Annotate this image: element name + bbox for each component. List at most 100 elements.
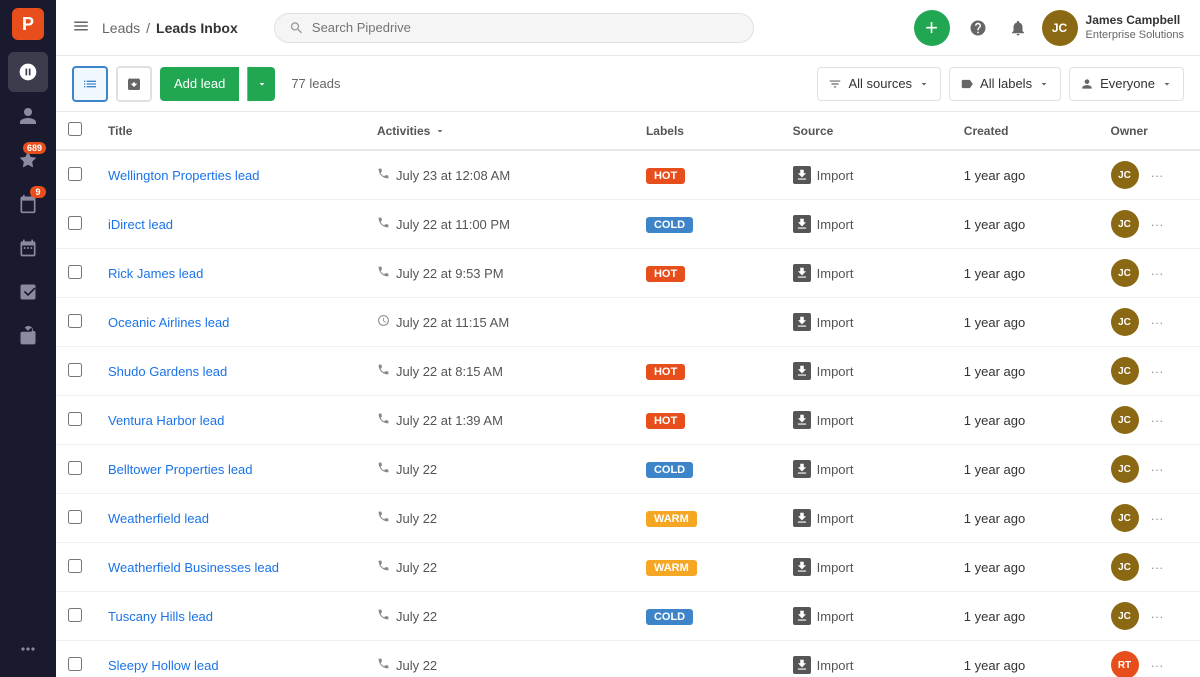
row-title[interactable]: Shudo Gardens lead (96, 347, 365, 396)
row-checkbox[interactable] (68, 167, 82, 181)
row-checkbox[interactable] (68, 657, 82, 671)
add-button[interactable]: + (914, 10, 950, 46)
row-title[interactable]: Weatherfield lead (96, 494, 365, 543)
row-owner: JC ··· (1099, 347, 1200, 396)
row-checkbox[interactable] (68, 510, 82, 524)
row-title[interactable]: Wellington Properties lead (96, 150, 365, 200)
row-checkbox-cell[interactable] (56, 200, 96, 249)
row-checkbox-cell[interactable] (56, 150, 96, 200)
row-more-button[interactable]: ··· (1145, 362, 1170, 381)
source-text: Import (817, 315, 854, 330)
row-more-button[interactable]: ··· (1145, 607, 1170, 626)
source-header: Source (781, 112, 952, 150)
list-view-button[interactable] (72, 66, 108, 102)
table-row[interactable]: Shudo Gardens lead July 22 at 8:15 AM HO… (56, 347, 1200, 396)
select-all-header[interactable] (56, 112, 96, 150)
row-more-button[interactable]: ··· (1145, 509, 1170, 528)
title-header[interactable]: Title (96, 112, 365, 150)
row-checkbox-cell[interactable] (56, 347, 96, 396)
row-checkbox-cell[interactable] (56, 298, 96, 347)
activity-icon (377, 216, 390, 232)
labels-filter-button[interactable]: All labels (949, 67, 1061, 101)
row-title[interactable]: Weatherfield Businesses lead (96, 543, 365, 592)
row-label: COLD (634, 200, 781, 249)
activities-header[interactable]: Activities (365, 112, 634, 150)
source-text: Import (817, 413, 854, 428)
row-checkbox-cell[interactable] (56, 592, 96, 641)
row-more-button[interactable]: ··· (1145, 264, 1170, 283)
add-lead-button[interactable]: Add lead (160, 67, 239, 101)
row-title[interactable]: Ventura Harbor lead (96, 396, 365, 445)
row-more-button[interactable]: ··· (1145, 656, 1170, 675)
row-checkbox-cell[interactable] (56, 249, 96, 298)
notifications-icon[interactable] (1002, 12, 1034, 44)
sidebar-item-insights[interactable] (8, 272, 48, 312)
table-row[interactable]: Ventura Harbor lead July 22 at 1:39 AM H… (56, 396, 1200, 445)
table-row[interactable]: Rick James lead July 22 at 9:53 PM HOT I… (56, 249, 1200, 298)
row-checkbox[interactable] (68, 216, 82, 230)
sidebar-item-activities[interactable] (8, 228, 48, 268)
table-row[interactable]: Belltower Properties lead July 22 COLD I… (56, 445, 1200, 494)
table-row[interactable]: Sleepy Hollow lead July 22 Import 1 year… (56, 641, 1200, 677)
row-created: 1 year ago (952, 396, 1099, 445)
row-checkbox[interactable] (68, 412, 82, 426)
sidebar-item-deals[interactable]: 689 (8, 140, 48, 180)
menu-toggle-icon[interactable] (72, 17, 90, 38)
row-created: 1 year ago (952, 494, 1099, 543)
table-row[interactable]: Weatherfield lead July 22 WARM Import 1 … (56, 494, 1200, 543)
owner-filter-button[interactable]: Everyone (1069, 67, 1184, 101)
row-checkbox[interactable] (68, 314, 82, 328)
row-title[interactable]: Tuscany Hills lead (96, 592, 365, 641)
row-title[interactable]: Belltower Properties lead (96, 445, 365, 494)
add-lead-dropdown-button[interactable] (247, 67, 275, 101)
table-row[interactable]: Weatherfield Businesses lead July 22 WAR… (56, 543, 1200, 592)
source-icon (793, 411, 811, 429)
row-checkbox-cell[interactable] (56, 543, 96, 592)
row-owner: JC ··· (1099, 543, 1200, 592)
source-icon (793, 362, 811, 380)
row-checkbox[interactable] (68, 559, 82, 573)
sidebar-item-contacts[interactable] (8, 96, 48, 136)
avatar[interactable]: JC (1042, 10, 1078, 46)
row-more-button[interactable]: ··· (1145, 313, 1170, 332)
sidebar-item-projects[interactable] (8, 316, 48, 356)
row-checkbox[interactable] (68, 363, 82, 377)
row-checkbox-cell[interactable] (56, 445, 96, 494)
help-icon[interactable] (962, 12, 994, 44)
search-bar[interactable] (274, 13, 754, 43)
breadcrumb-parent[interactable]: Leads (102, 20, 140, 36)
archive-view-button[interactable] (116, 66, 152, 102)
row-label: COLD (634, 445, 781, 494)
row-checkbox[interactable] (68, 461, 82, 475)
table-row[interactable]: iDirect lead July 22 at 11:00 PM COLD Im… (56, 200, 1200, 249)
sidebar-item-calendar[interactable]: 9 (8, 184, 48, 224)
table-row[interactable]: Oceanic Airlines lead July 22 at 11:15 A… (56, 298, 1200, 347)
row-checkbox-cell[interactable] (56, 494, 96, 543)
filter-icon (828, 77, 842, 91)
row-more-button[interactable]: ··· (1145, 460, 1170, 479)
activity-text: July 22 at 1:39 AM (396, 413, 503, 428)
label-badge: WARM (646, 511, 697, 527)
app-logo[interactable]: P (12, 8, 44, 40)
activity-icon (377, 559, 390, 575)
sidebar-item-more[interactable] (8, 629, 48, 669)
select-all-checkbox[interactable] (68, 122, 82, 136)
row-checkbox[interactable] (68, 265, 82, 279)
row-more-button[interactable]: ··· (1145, 558, 1170, 577)
row-checkbox[interactable] (68, 608, 82, 622)
sidebar-item-leads[interactable] (8, 52, 48, 92)
row-title[interactable]: Rick James lead (96, 249, 365, 298)
owner-avatar: JC (1111, 504, 1139, 532)
row-title[interactable]: iDirect lead (96, 200, 365, 249)
row-more-button[interactable]: ··· (1145, 166, 1170, 185)
row-checkbox-cell[interactable] (56, 396, 96, 445)
row-title[interactable]: Sleepy Hollow lead (96, 641, 365, 677)
table-row[interactable]: Tuscany Hills lead July 22 COLD Import 1… (56, 592, 1200, 641)
row-more-button[interactable]: ··· (1145, 411, 1170, 430)
row-title[interactable]: Oceanic Airlines lead (96, 298, 365, 347)
sources-filter-button[interactable]: All sources (817, 67, 941, 101)
row-more-button[interactable]: ··· (1145, 215, 1170, 234)
table-row[interactable]: Wellington Properties lead July 23 at 12… (56, 150, 1200, 200)
row-checkbox-cell[interactable] (56, 641, 96, 677)
search-input[interactable] (312, 20, 739, 35)
